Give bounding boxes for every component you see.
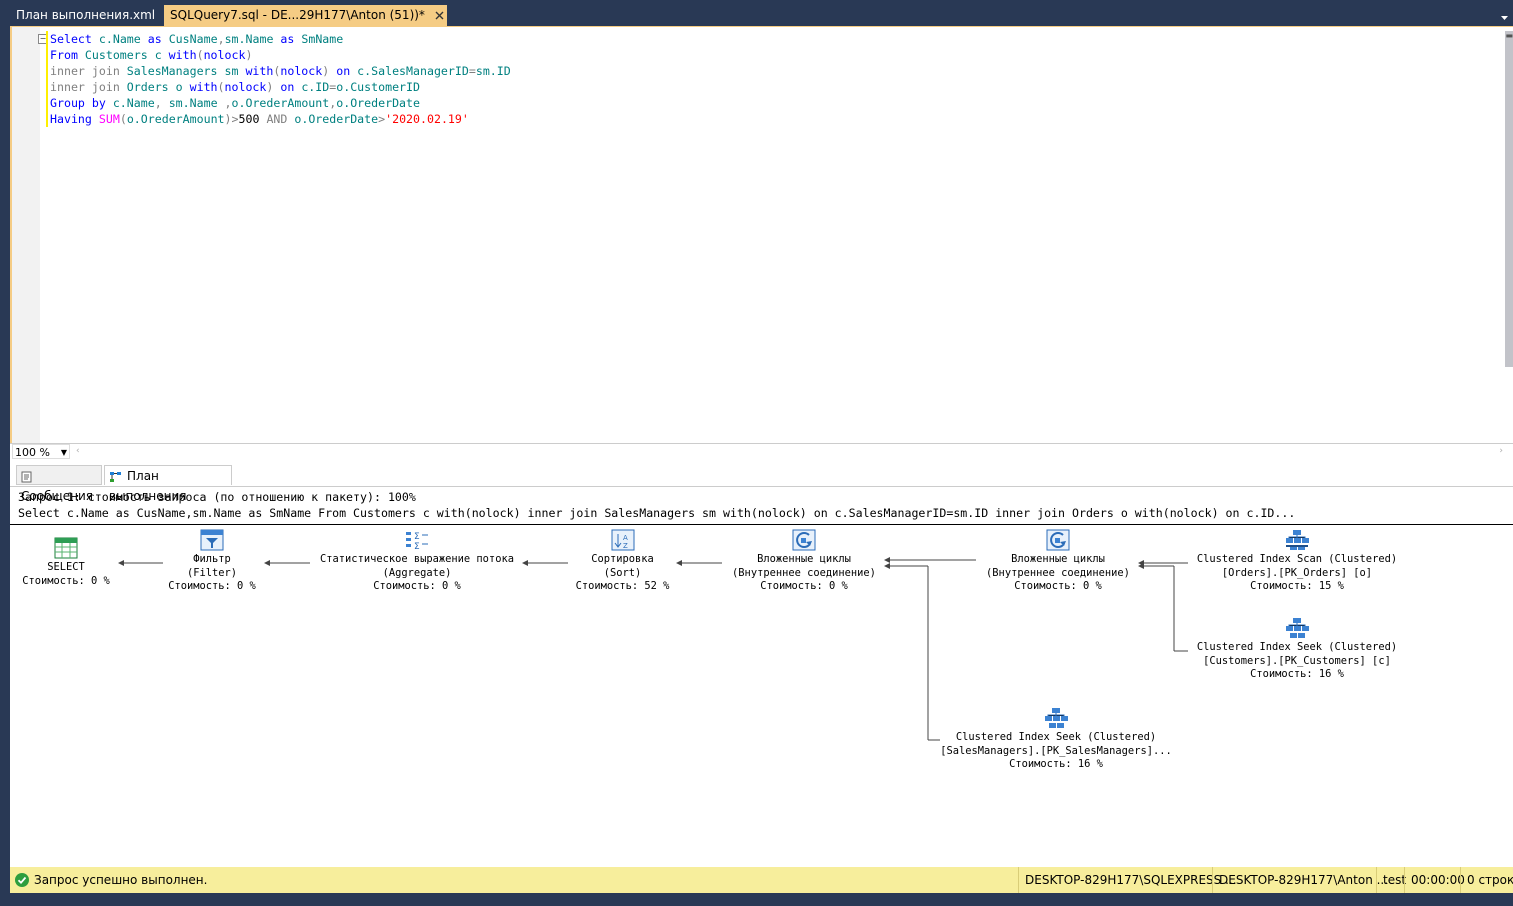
modified-lines-marker [46,31,48,127]
sort-icon: AZ [611,529,634,551]
node-title: Clustered Index Seek (Clustered) [1196,641,1398,653]
tab-plan-xml[interactable]: План выполнения.xml [16,5,155,26]
node-title: Вложенные циклы [757,553,851,565]
node-title: SELECT [47,561,85,573]
code-line[interactable]: From Customers c with(nolock) [50,47,511,63]
document-tab-bar: План выполнения.xml SQLQuery7.sql - DE..… [0,0,1513,26]
code-line[interactable]: inner join Orders o with(nolock) on c.ID… [50,79,511,95]
plan-node-filter[interactable]: Фильтр (Filter) Стоимость: 0 % [162,529,262,594]
status-message: Запрос успешно выполнен. [34,873,208,887]
node-cost: Стоимость: 0 % [168,580,256,592]
status-bar: Запрос успешно выполнен. DESKTOP-829H177… [10,867,1513,893]
sql-editor[interactable]: − Select c.Name as CusName,sm.Name as Sm… [10,26,1513,446]
node-subtitle: [SalesManagers].[PK_SalesManagers]... [940,744,1172,757]
filter-icon [200,529,224,551]
svg-text:Σ: Σ [414,532,420,542]
node-cost: Стоимость: 0 % [760,580,848,592]
window-bottom-border [0,893,1513,906]
plan-node-aggregate[interactable]: ΣΣ Статистическое выражение потока (Aggr… [313,529,521,594]
sql-code[interactable]: Select c.Name as CusName,sm.Name as SmNa… [50,31,511,127]
plan-node-clustered-index-seek-customers[interactable]: Clustered Index Seek (Clustered) [Custom… [1190,617,1404,682]
plan-node-select[interactable]: SELECT Стоимость: 0 % [18,537,114,588]
node-cost: Стоимость: 0 % [1014,580,1102,592]
node-title: Фильтр [193,553,231,565]
tab-label: План выполнения.xml [16,8,156,22]
plan-node-clustered-index-scan-orders[interactable]: Clustered Index Scan (Clustered) [Orders… [1190,529,1404,594]
node-cost: Стоимость: 52 % [575,580,670,592]
plan-node-nested-loops-2[interactable]: Вложенные циклы (Внутреннее соединение) … [980,529,1136,594]
plan-node-nested-loops-1[interactable]: Вложенные циклы (Внутреннее соединение) … [726,529,882,594]
editor-scroll-thumb[interactable] [1505,31,1513,367]
code-line[interactable]: inner join SalesManagers sm with(nolock)… [50,63,511,79]
svg-text:Σ: Σ [414,542,420,551]
status-user: DESKTOP-829H177\Anton ... [1212,867,1388,893]
nested-loops-icon [792,529,816,551]
editor-gutter [12,27,40,446]
node-title: Статистическое выражение потока [320,553,514,565]
node-title: Вложенные циклы [1011,553,1105,565]
status-rows: 0 строк [1460,867,1513,893]
success-check-icon [15,873,29,887]
scroll-split-icon[interactable]: ▬ [1505,31,1513,40]
node-title: Сортировка [591,553,654,565]
zoom-value: 100 % [15,446,50,459]
scroll-right-icon[interactable]: › [1499,446,1503,456]
chevron-down-icon: ▼ [60,448,67,457]
plan-node-clustered-index-seek-salesmanagers[interactable]: Clustered Index Seek (Clustered) [SalesM… [940,707,1172,772]
node-subtitle: (Sort) [603,566,642,579]
results-pane: Сообщения План выполнения Запрос 1: стои… [10,459,1513,867]
status-server: DESKTOP-829H177\SQLEXPRESS ... [1018,867,1237,893]
node-subtitle: (Filter) [186,566,238,579]
node-subtitle: [Customers].[PK_Customers] [c] [1203,654,1391,667]
node-cost: Стоимость: 15 % [1250,580,1344,592]
svg-text:Z: Z [623,542,628,550]
node-cost: Стоимость: 16 % [1250,668,1344,680]
aggregate-sigma-icon: ΣΣ [406,532,428,551]
scroll-left-icon[interactable]: ‹ [76,446,80,456]
node-subtitle: [Orders].[PK_Orders] [o] [1221,566,1373,579]
node-title: Clustered Index Scan (Clustered) [1196,553,1398,565]
code-line[interactable]: Having SUM(o.OrederAmount)>500 AND o.Ore… [50,111,511,127]
node-cost: Стоимость: 16 % [1009,758,1103,770]
code-line[interactable]: Group by c.Name, sm.Name ,o.OrederAmount… [50,95,511,111]
code-line[interactable]: Select c.Name as CusName,sm.Name as SmNa… [50,31,511,47]
clustered-index-scan-icon [1286,530,1309,550]
node-title: Clustered Index Seek (Clustered) [955,731,1157,743]
node-subtitle: (Внутреннее соединение) [986,566,1130,579]
clustered-index-seek-icon [1045,708,1068,728]
node-cost: Стоимость: 0 % [22,574,110,587]
zoom-select[interactable]: 100 % ▼ [12,444,70,459]
plan-node-sort[interactable]: AZ Сортировка (Sort) Стоимость: 52 % [570,529,675,594]
tab-sqlquery7[interactable]: SQLQuery7.sql - DE...29H177\Anton (51))* [164,5,447,26]
tab-overflow-chevron-icon[interactable] [1500,8,1509,27]
close-icon[interactable] [433,5,447,26]
clustered-index-seek-icon [1286,618,1309,638]
status-elapsed: 00:00:00 [1404,867,1465,893]
nested-loops-icon [1046,529,1070,551]
select-table-icon [54,537,78,559]
node-subtitle: (Внутреннее соединение) [732,566,876,579]
status-database: test [1376,867,1406,893]
node-cost: Стоимость: 0 % [373,580,461,592]
node-subtitle: (Aggregate) [382,566,452,579]
svg-text:A: A [623,534,628,542]
tab-label: SQLQuery7.sql - DE...29H177\Anton (51))* [170,8,425,22]
zoom-bar: 100 % ▼ ‹ › [10,443,1513,460]
